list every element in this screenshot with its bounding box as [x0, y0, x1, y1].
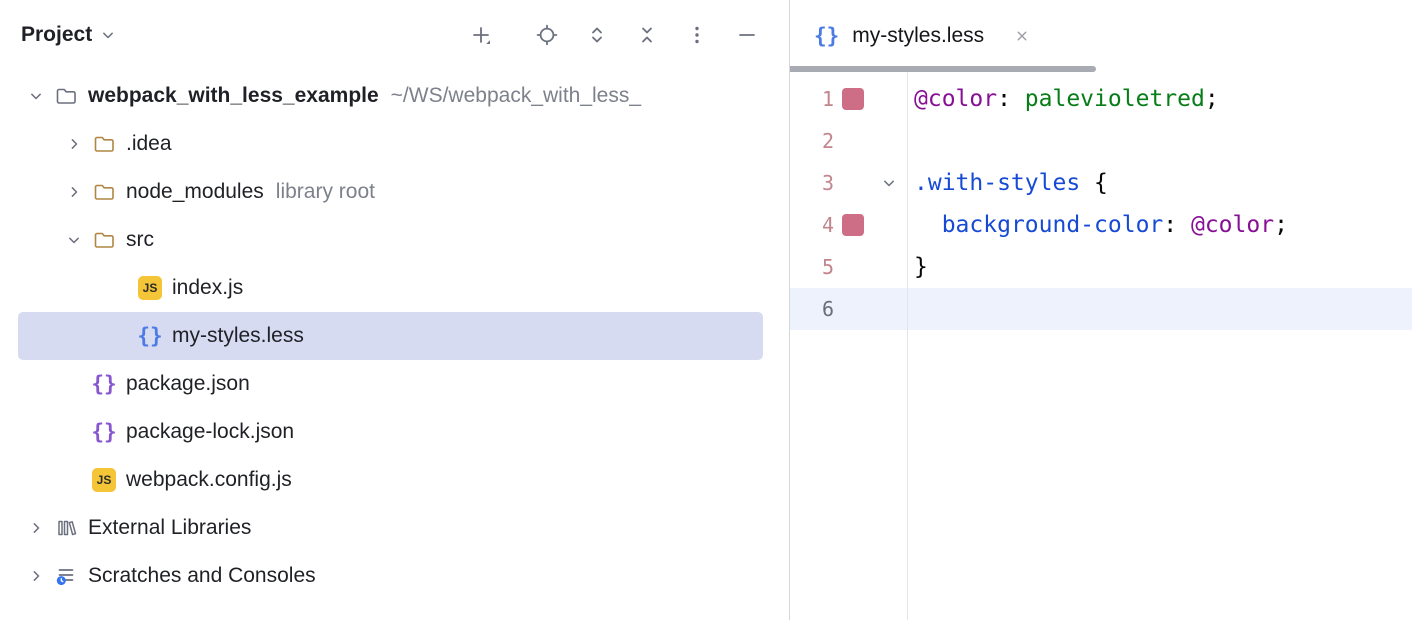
- tab-label: my-styles.less: [852, 24, 984, 48]
- tree-item-webpack-config-js[interactable]: JS webpack.config.js: [0, 456, 789, 504]
- tree-item-label: package-lock.json: [126, 420, 294, 444]
- editor-area: {} my-styles.less 1 @color: palevioletre…: [790, 0, 1412, 620]
- less-variable: @color: [914, 86, 997, 112]
- indent: [914, 212, 942, 238]
- more-options-button[interactable]: [679, 17, 715, 53]
- line-number: 3: [790, 171, 834, 195]
- gutter-cell: [834, 88, 872, 110]
- project-tool-window: Project: [0, 0, 790, 620]
- chevron-down-icon[interactable]: [18, 86, 54, 106]
- code-text[interactable]: background-color: @color;: [906, 212, 1288, 238]
- less-variable: @color: [1191, 212, 1274, 238]
- json-file-icon: {}: [92, 372, 116, 396]
- tree-item-label: Scratches and Consoles: [88, 564, 316, 588]
- tree-item-src[interactable]: src: [0, 216, 789, 264]
- tree-item-idea[interactable]: .idea: [0, 120, 789, 168]
- punctuation: {: [1080, 170, 1108, 196]
- add-button[interactable]: [463, 17, 499, 53]
- tree-item-node-modules[interactable]: node_modules library root: [0, 168, 789, 216]
- less-file-icon: {}: [138, 324, 162, 348]
- tree-item-label: package.json: [126, 372, 250, 396]
- tree-item-label: .idea: [126, 132, 172, 156]
- project-panel-title: Project: [21, 23, 92, 47]
- library-icon: [54, 516, 78, 540]
- js-file-icon: JS: [138, 276, 162, 300]
- tree-item-webpack-root[interactable]: webpack_with_less_example ~/WS/webpack_w…: [0, 72, 789, 120]
- color-value: palevioletred: [1025, 86, 1205, 112]
- chevron-right-icon[interactable]: [56, 182, 92, 202]
- line-number: 6: [790, 297, 834, 321]
- line-number: 2: [790, 129, 834, 153]
- tree-item-label: index.js: [172, 276, 243, 300]
- tree-item-label: node_modules: [126, 180, 264, 204]
- chevron-down-icon[interactable]: [56, 230, 92, 250]
- editor-tab-my-styles-less[interactable]: {} my-styles.less: [814, 0, 1031, 72]
- punctuation: }: [914, 254, 928, 280]
- line-number: 5: [790, 255, 834, 279]
- scratches-icon: [54, 564, 78, 588]
- project-tree: webpack_with_less_example ~/WS/webpack_w…: [0, 70, 789, 600]
- locate-file-button[interactable]: [529, 17, 565, 53]
- punctuation: ;: [1274, 212, 1288, 238]
- punctuation: :: [997, 86, 1025, 112]
- project-panel-toolbar: [463, 17, 765, 53]
- code-text[interactable]: .with-styles {: [906, 170, 1108, 196]
- line-number: 4: [790, 213, 834, 237]
- code-line-4: 4 background-color: @color;: [790, 204, 1412, 246]
- tree-item-secondary-label: library root: [276, 180, 375, 204]
- folder-icon: [92, 228, 116, 252]
- code-line-3: 3 .with-styles {: [790, 162, 1412, 204]
- line-number: 1: [790, 87, 834, 111]
- code-line-6-current: 6: [790, 288, 1412, 330]
- tree-item-index-js[interactable]: JS index.js: [0, 264, 789, 312]
- punctuation: ;: [1205, 86, 1219, 112]
- tree-item-label: src: [126, 228, 154, 252]
- tree-item-package-json[interactable]: {} package.json: [0, 360, 789, 408]
- code-text[interactable]: @color: palevioletred;: [906, 86, 1219, 112]
- js-file-icon: JS: [92, 468, 116, 492]
- tree-item-scratches-and-consoles[interactable]: Scratches and Consoles: [0, 552, 789, 600]
- chevron-right-icon[interactable]: [18, 518, 54, 538]
- fold-chevron-down-icon[interactable]: [872, 173, 906, 193]
- project-path: ~/WS/webpack_with_less_: [391, 84, 641, 108]
- code-line-1: 1 @color: palevioletred;: [790, 78, 1412, 120]
- editor-body: 1 @color: palevioletred; 2 3 .with-: [790, 72, 1412, 620]
- punctuation: :: [1163, 212, 1191, 238]
- tree-item-external-libraries[interactable]: External Libraries: [0, 504, 789, 552]
- json-file-icon: {}: [92, 420, 116, 444]
- tree-item-label: webpack.config.js: [126, 468, 292, 492]
- chevron-right-icon[interactable]: [56, 134, 92, 154]
- folder-icon: [54, 84, 78, 108]
- tree-item-label: External Libraries: [88, 516, 251, 540]
- tree-item-my-styles-less[interactable]: {} my-styles.less: [18, 312, 763, 360]
- color-preview-swatch[interactable]: [842, 88, 864, 110]
- project-view-selector[interactable]: Project: [21, 23, 118, 47]
- css-property: background-color: [942, 212, 1164, 238]
- gutter-cell: [834, 214, 872, 236]
- color-preview-swatch[interactable]: [842, 214, 864, 236]
- tree-item-package-lock-json[interactable]: {} package-lock.json: [0, 408, 789, 456]
- less-file-icon: {}: [814, 26, 839, 47]
- code-text[interactable]: }: [906, 254, 928, 280]
- folder-icon: [92, 132, 116, 156]
- chevron-right-icon[interactable]: [18, 566, 54, 586]
- chevron-down-icon: [98, 25, 118, 45]
- folder-icon: [92, 180, 116, 204]
- expand-all-button[interactable]: [579, 17, 615, 53]
- gutter-separator: [907, 72, 908, 620]
- css-selector: .with-styles: [914, 170, 1080, 196]
- tree-item-label: webpack_with_less_example: [88, 84, 379, 108]
- close-icon[interactable]: [1013, 27, 1031, 45]
- project-panel-header: Project: [0, 0, 789, 70]
- editor-tab-bar: {} my-styles.less: [790, 0, 1412, 72]
- ide-window: Project: [0, 0, 1412, 620]
- tree-item-label: my-styles.less: [172, 324, 304, 348]
- code-line-2: 2: [790, 120, 1412, 162]
- hide-panel-button[interactable]: [729, 17, 765, 53]
- code-line-5: 5 }: [790, 246, 1412, 288]
- collapse-all-button[interactable]: [629, 17, 665, 53]
